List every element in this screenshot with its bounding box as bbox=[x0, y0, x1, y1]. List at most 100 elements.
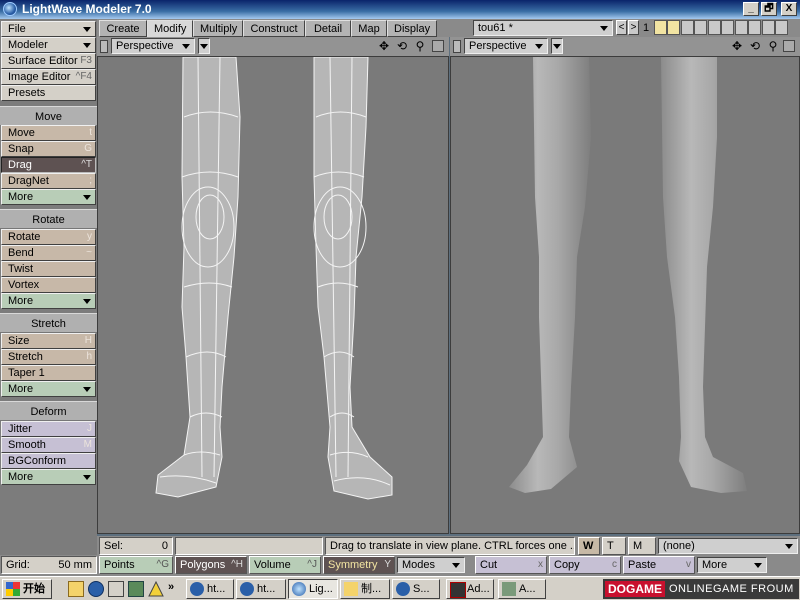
bend-tool-button[interactable]: Bend ~ bbox=[1, 245, 96, 261]
rotate-more-menu[interactable]: More bbox=[1, 293, 96, 309]
snap-tool-button[interactable]: Snap G bbox=[1, 141, 96, 157]
drag-tool-button[interactable]: Drag ^T bbox=[1, 157, 96, 173]
viewport-wireframe[interactable] bbox=[97, 56, 449, 534]
layer-slot[interactable] bbox=[721, 20, 734, 35]
layer-slot-1-background[interactable] bbox=[667, 20, 680, 35]
quicklaunch-icon[interactable] bbox=[68, 581, 84, 597]
quicklaunch-ie-icon[interactable] bbox=[88, 581, 104, 597]
pan-icon[interactable]: ✥ bbox=[377, 39, 391, 53]
watermark-text: ONLINEGAME FROUM bbox=[669, 583, 794, 595]
title-bar: LightWave Modeler 7.0 _ 🗗 X bbox=[0, 0, 800, 19]
tab-map[interactable]: Map bbox=[351, 20, 387, 37]
size-tool-button[interactable]: Size H bbox=[1, 333, 96, 349]
taskbar-item[interactable]: S... bbox=[392, 579, 440, 599]
tab-create[interactable]: Create bbox=[99, 20, 147, 37]
restore-button[interactable]: 🗗 bbox=[761, 2, 777, 16]
viewport-maximize-icon[interactable] bbox=[453, 40, 461, 53]
prev-object-button[interactable]: < bbox=[616, 20, 627, 35]
volume-mode-button[interactable]: Volume ^J bbox=[249, 556, 321, 574]
object-selector[interactable]: tou61 * bbox=[473, 20, 613, 36]
viewport-maximize-icon[interactable] bbox=[783, 40, 795, 52]
chevron-down-icon bbox=[553, 44, 561, 49]
stretch-tool-button[interactable]: Stretch h bbox=[1, 349, 96, 365]
rotate-view-icon[interactable]: ⟲ bbox=[748, 39, 762, 53]
wtm-texture-button[interactable]: T bbox=[602, 537, 626, 555]
view-type-dropdown[interactable]: Perspective bbox=[111, 38, 195, 54]
numeric-field[interactable] bbox=[175, 537, 323, 555]
quicklaunch-warning-icon[interactable] bbox=[148, 580, 164, 597]
paste-button[interactable]: Paste v bbox=[623, 556, 695, 574]
wtm-weight-button[interactable]: W bbox=[578, 537, 600, 555]
cut-button[interactable]: Cut x bbox=[475, 556, 547, 574]
chevron-down-icon bbox=[200, 44, 208, 49]
next-object-button[interactable]: > bbox=[628, 20, 639, 35]
smooth-tool-button[interactable]: Smooth M bbox=[1, 437, 96, 453]
presets-button[interactable]: Presets bbox=[1, 85, 96, 101]
lightwave-app-icon bbox=[3, 2, 17, 16]
taskbar-item[interactable]: ht... bbox=[186, 579, 234, 599]
tab-detail[interactable]: Detail bbox=[305, 20, 351, 37]
rotate-tool-button[interactable]: Rotate y bbox=[1, 229, 96, 245]
view-type-dropdown[interactable]: Perspective bbox=[464, 38, 548, 54]
taskbar-overflow-chevron[interactable]: » bbox=[168, 581, 174, 593]
stretch-more-menu[interactable]: More bbox=[1, 381, 96, 397]
quicklaunch-icon[interactable] bbox=[128, 581, 144, 597]
layer-slot[interactable] bbox=[762, 20, 775, 35]
jitter-tool-button[interactable]: Jitter J bbox=[1, 421, 96, 437]
start-button[interactable]: 开始 bbox=[2, 579, 52, 599]
taper-tool-button[interactable]: Taper 1 bbox=[1, 365, 96, 381]
move-tool-button[interactable]: Move t bbox=[1, 125, 96, 141]
layer-slot[interactable] bbox=[775, 20, 788, 35]
modeler-menu[interactable]: Modeler bbox=[1, 37, 96, 53]
viewport-shaded[interactable] bbox=[450, 56, 800, 534]
taskbar-item[interactable]: Ad... bbox=[446, 579, 494, 599]
layer-slot[interactable] bbox=[708, 20, 721, 35]
surface-editor-button[interactable]: Surface Editor F3 bbox=[1, 53, 96, 69]
layer-slot[interactable] bbox=[748, 20, 761, 35]
zoom-icon[interactable]: ⚲ bbox=[766, 39, 780, 53]
modes-dropdown[interactable]: Modes bbox=[397, 557, 465, 573]
twist-tool-button[interactable]: Twist bbox=[1, 261, 96, 277]
file-menu[interactable]: File bbox=[1, 21, 96, 37]
zoom-icon[interactable]: ⚲ bbox=[413, 39, 427, 53]
taskbar-item-active[interactable]: Lig... bbox=[288, 579, 338, 599]
vortex-tool-button[interactable]: Vortex bbox=[1, 277, 96, 293]
taskbar-item[interactable]: A... bbox=[498, 579, 546, 599]
dragnet-tool-button[interactable]: DragNet; bbox=[1, 173, 96, 189]
tab-display[interactable]: Display bbox=[387, 20, 437, 37]
points-mode-button[interactable]: Points ^G bbox=[99, 556, 173, 574]
viewport-maximize-icon[interactable] bbox=[432, 40, 444, 52]
render-mode-dropdown[interactable] bbox=[551, 38, 563, 54]
view-type-label: Perspective bbox=[469, 40, 527, 52]
wtm-morph-button[interactable]: M bbox=[628, 537, 656, 555]
taskbar-item[interactable]: ht... bbox=[236, 579, 286, 599]
close-button[interactable]: X bbox=[781, 2, 797, 16]
layer-slot[interactable] bbox=[735, 20, 748, 35]
tab-multiply[interactable]: Multiply bbox=[193, 20, 243, 37]
deform-more-menu[interactable]: More bbox=[1, 469, 96, 485]
viewport-maximize-icon[interactable] bbox=[100, 40, 108, 53]
copy-button[interactable]: Copy c bbox=[549, 556, 621, 574]
tab-construct[interactable]: Construct bbox=[243, 20, 305, 37]
chevron-down-icon bbox=[83, 195, 91, 200]
move-more-menu[interactable]: More bbox=[1, 189, 96, 205]
rotate-view-icon[interactable]: ⟲ bbox=[395, 39, 409, 53]
grid-label: Grid: bbox=[6, 559, 30, 571]
image-editor-button[interactable]: Image Editor ^F4 bbox=[1, 69, 96, 85]
vertex-map-dropdown[interactable]: (none) bbox=[658, 538, 798, 554]
layer-slot[interactable] bbox=[694, 20, 707, 35]
symmetry-toggle[interactable]: Symmetry Y bbox=[323, 556, 395, 574]
shortcut-label: H bbox=[84, 335, 92, 346]
layer-slot[interactable] bbox=[681, 20, 694, 35]
edit-more-dropdown[interactable]: More bbox=[697, 557, 767, 573]
polygons-mode-button[interactable]: Polygons ^H bbox=[175, 556, 247, 574]
pan-icon[interactable]: ✥ bbox=[730, 39, 744, 53]
bgconform-tool-button[interactable]: BGConform bbox=[1, 453, 96, 469]
tab-modify[interactable]: Modify bbox=[147, 20, 193, 37]
minimize-button[interactable]: _ bbox=[743, 2, 759, 16]
taskbar-item[interactable]: 制... bbox=[340, 579, 390, 599]
paste-label: Paste bbox=[628, 559, 657, 571]
render-mode-dropdown[interactable] bbox=[198, 38, 210, 54]
quicklaunch-icon[interactable] bbox=[108, 581, 124, 597]
layer-slot-1-foreground[interactable] bbox=[654, 20, 667, 35]
